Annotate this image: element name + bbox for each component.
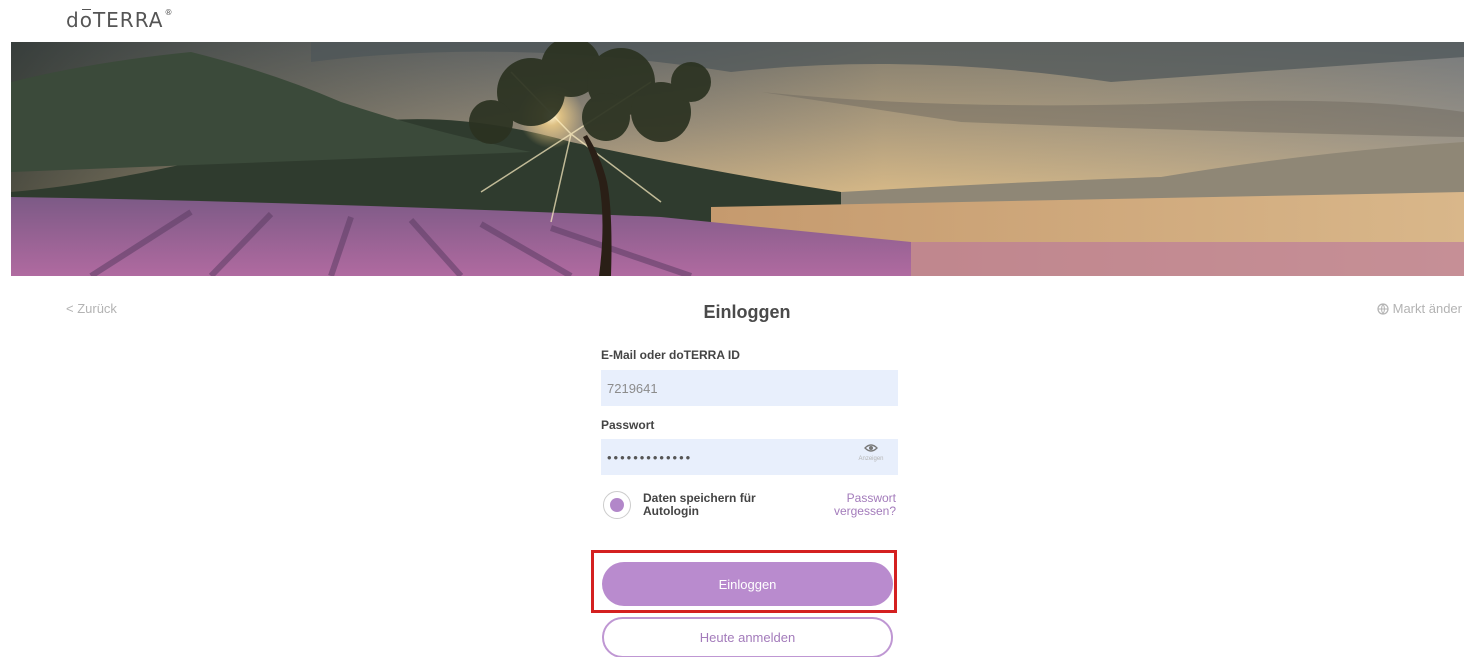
remember-radio[interactable] bbox=[603, 491, 631, 519]
remember-row: Daten speichern für Autologin Passwort v… bbox=[601, 490, 898, 530]
password-label: Passwort bbox=[601, 418, 655, 432]
logo-registered-mark: ® bbox=[164, 8, 174, 17]
password-value: ••••••••••••• bbox=[607, 449, 693, 465]
forgot-password-link[interactable]: Passwort vergessen? bbox=[806, 492, 896, 518]
brand-logo[interactable]: doTERRA® bbox=[66, 8, 173, 32]
email-label: E-Mail oder doTERRA ID bbox=[601, 348, 740, 362]
logo-letter-o: o bbox=[79, 8, 93, 32]
show-password-toggle[interactable]: Anzeigen bbox=[848, 443, 894, 462]
login-form: E-Mail oder doTERRA ID 7219641 Passwort … bbox=[601, 343, 898, 530]
email-value: 7219641 bbox=[607, 380, 658, 396]
register-button[interactable]: Heute anmelden bbox=[602, 617, 893, 657]
logo-text: TERRA bbox=[92, 8, 164, 32]
hero-banner bbox=[11, 42, 1464, 276]
page-title: Einloggen bbox=[703, 302, 791, 322]
lavender-field-image bbox=[11, 42, 1464, 276]
show-password-label: Anzeigen bbox=[858, 456, 884, 462]
logo-letter-d: d bbox=[66, 8, 80, 32]
login-button[interactable]: Einloggen bbox=[602, 562, 893, 606]
remember-label[interactable]: Daten speichern für Autologin bbox=[643, 492, 793, 518]
eye-icon bbox=[864, 444, 878, 452]
password-input[interactable]: ••••••••••••• Anzeigen bbox=[601, 439, 898, 475]
email-input[interactable]: 7219641 bbox=[601, 370, 898, 406]
